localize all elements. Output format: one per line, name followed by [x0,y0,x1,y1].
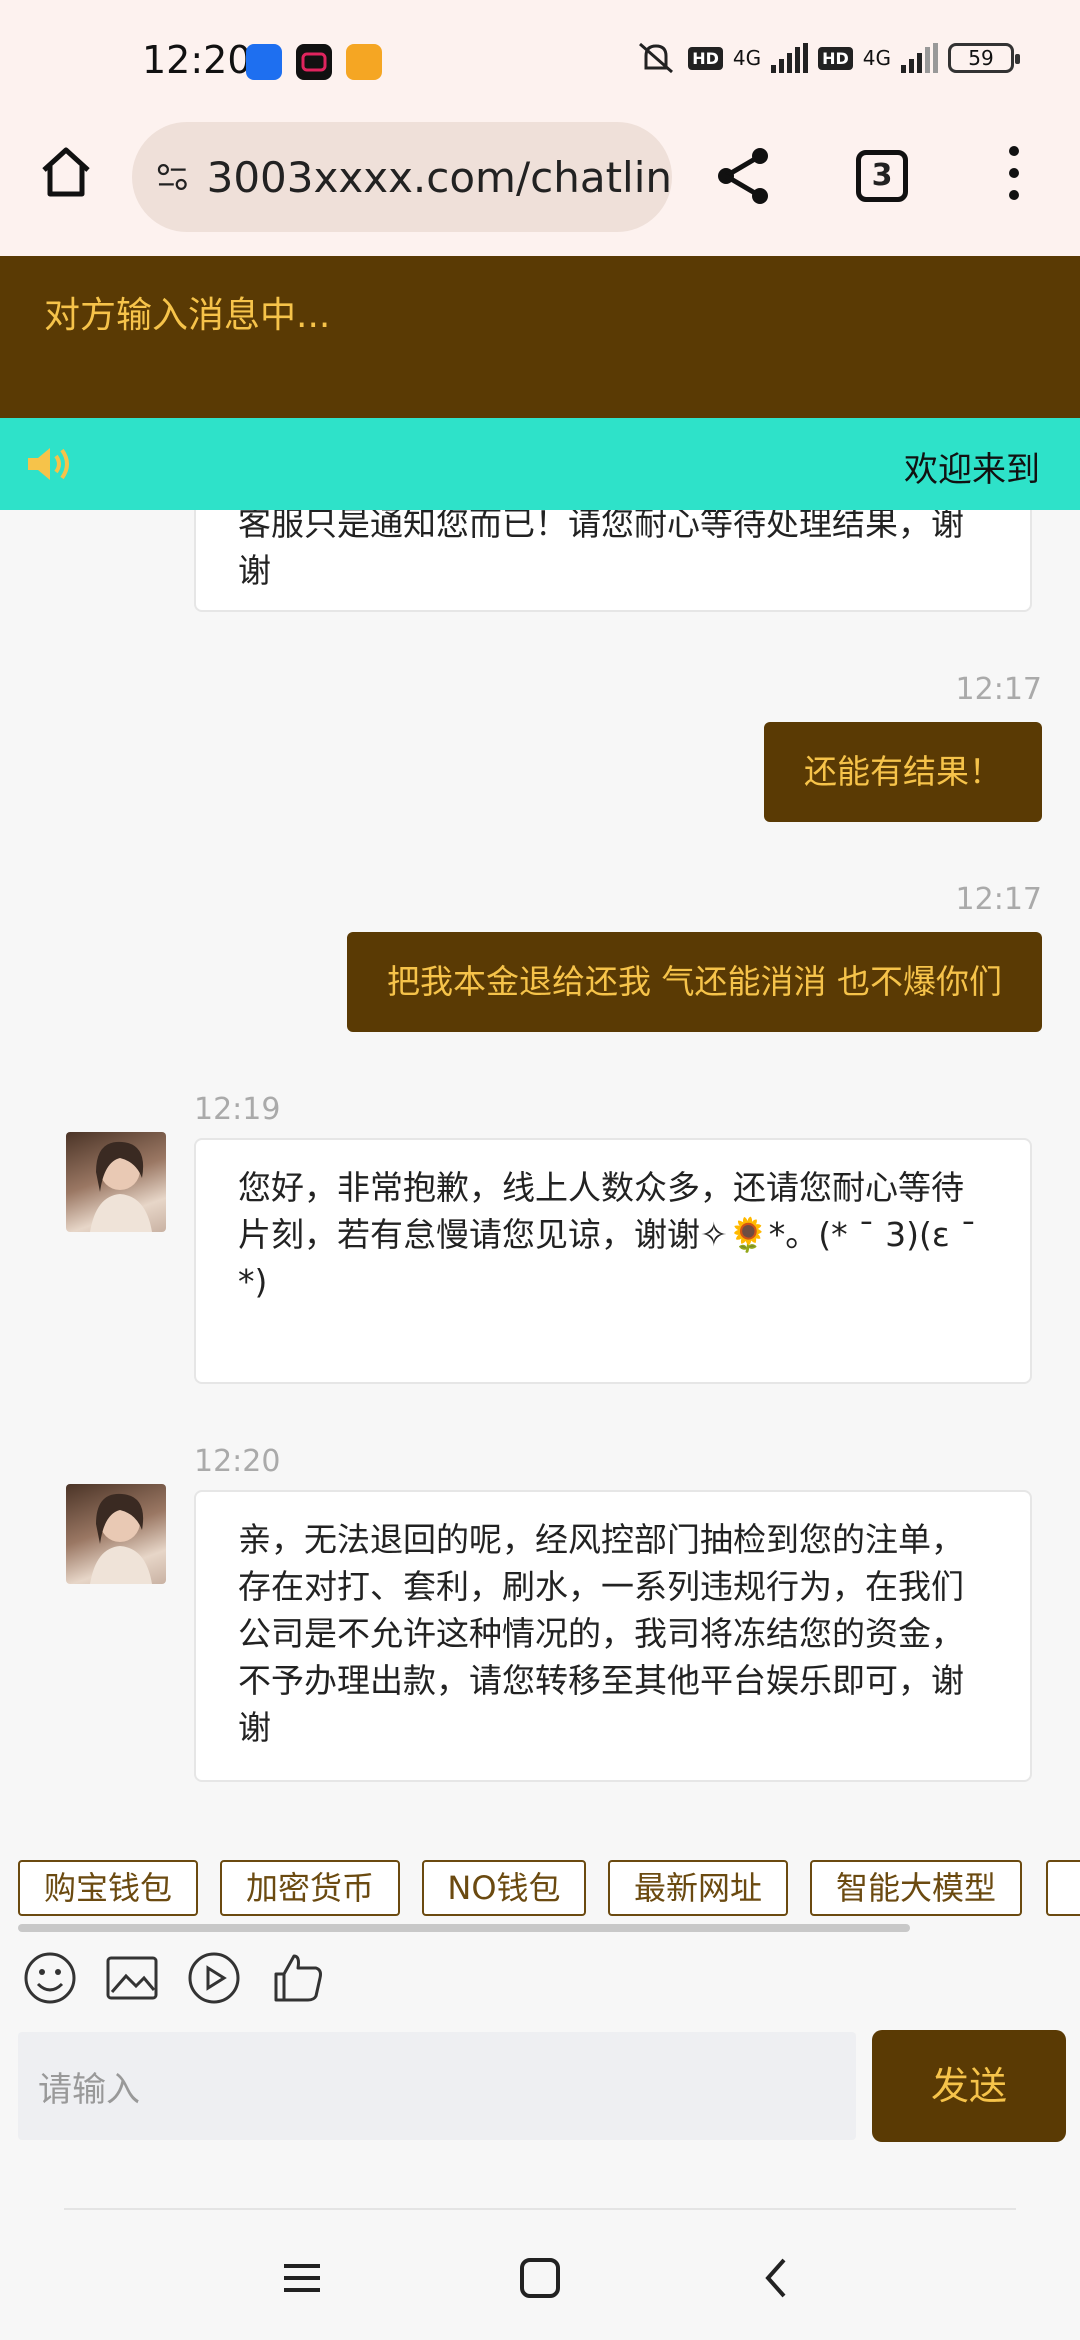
network-type-2: 4G [862,46,891,70]
quick-link-button[interactable]: 智能大模型 [810,1860,1022,1916]
signal-icon [771,43,809,73]
home-nav-icon[interactable] [510,2248,570,2308]
home-icon[interactable] [36,142,96,202]
status-indicators: HD 4G HD 4G 59 [634,40,1020,76]
hd-icon: HD [688,46,723,70]
status-bar: 12:20 HD 4G HD 4G 59 [0,0,1080,120]
quick-links-bar: 购宝钱包 加密货币 NO钱包 最新网址 智能大模型 [0,1850,1080,1932]
notice-banner: 欢迎来到 [0,418,1080,510]
share-icon[interactable] [716,146,772,206]
site-settings-icon[interactable] [156,157,189,197]
outgoing-message: 还能有结果！ [764,722,1042,822]
thumbs-up-icon[interactable] [270,1950,326,2006]
chat-header: 对方输入消息中... [0,256,1080,418]
signal-icon-2 [901,43,938,73]
incoming-message: 您好，非常抱歉，线上人数众多，还请您耐心等待片刻，若有怠慢请您见谅，谢谢✧🌻*。… [194,1138,1032,1384]
message-text: 客服只是通知您而已！请您耐心等待处理结果，谢谢 [238,510,964,590]
url-text: 3003xxxx.com/chatlin [206,152,672,202]
agent-avatar[interactable] [66,1132,166,1232]
quick-link-button[interactable]: 加密货币 [220,1860,400,1916]
message-text: 亲，无法退回的呢，经风控部门抽检到您的注单，存在对打、套利，刷水，一系列违规行为… [238,1520,964,1747]
outgoing-message: 把我本金退给还我 气还能消消 也不爆你们 [347,932,1042,1032]
video-app-icon [296,44,332,80]
browser-toolbar: 3003xxxx.com/chatlin 3 [0,120,1080,256]
url-bar[interactable]: 3003xxxx.com/chatlin [132,122,672,232]
send-button[interactable]: 发送 [872,2030,1066,2142]
mute-icon [639,42,674,74]
system-nav-bar [0,2210,1080,2340]
notice-marquee-text: 欢迎来到 [904,450,1040,490]
fish-app-icon [246,44,282,80]
emoji-icon[interactable] [22,1950,78,2006]
agent-avatar[interactable] [66,1484,166,1584]
image-icon[interactable] [104,1950,160,2006]
recent-apps-icon[interactable] [272,2248,332,2308]
message-timestamp: 12:19 [194,1092,281,1127]
quick-link-button[interactable]: 购宝钱包 [18,1860,198,1916]
message-timestamp: 12:17 [955,672,1042,707]
network-type-1: 4G [732,46,762,70]
video-icon[interactable] [186,1950,242,2006]
hd-icon-2: HD [818,46,853,70]
quick-links-scrollbar[interactable] [18,1924,910,1932]
chat-message-list[interactable]: 客服只是通知您而已！请您耐心等待处理结果，谢谢 12:17 还能有结果！ 12:… [0,510,1080,1850]
message-text: 您好，非常抱歉，线上人数众多，还请您耐心等待片刻，若有怠慢请您见谅，谢谢✧🌻*。… [238,1168,977,1301]
message-input[interactable]: 请输入 [18,2032,856,2140]
battery-icon: 59 [948,43,1020,73]
status-time: 12:20 [142,38,252,82]
input-toolbar [0,1950,1080,2020]
typing-status: 对方输入消息中... [44,295,331,336]
message-app-icon [346,44,382,80]
back-icon[interactable] [748,2248,808,2308]
quick-link-button-partial[interactable] [1046,1860,1080,1916]
more-menu-icon[interactable] [1004,146,1024,206]
incoming-message: 客服只是通知您而已！请您耐心等待处理结果，谢谢 [194,510,1032,612]
speaker-icon [28,448,69,480]
message-timestamp: 12:20 [194,1444,281,1479]
quick-link-button[interactable]: 最新网址 [608,1860,788,1916]
tab-switcher-button[interactable]: 3 [856,150,908,202]
message-timestamp: 12:17 [955,882,1042,917]
quick-link-button[interactable]: NO钱包 [422,1860,586,1916]
incoming-message: 亲，无法退回的呢，经风控部门抽检到您的注单，存在对打、套利，刷水，一系列违规行为… [194,1490,1032,1782]
